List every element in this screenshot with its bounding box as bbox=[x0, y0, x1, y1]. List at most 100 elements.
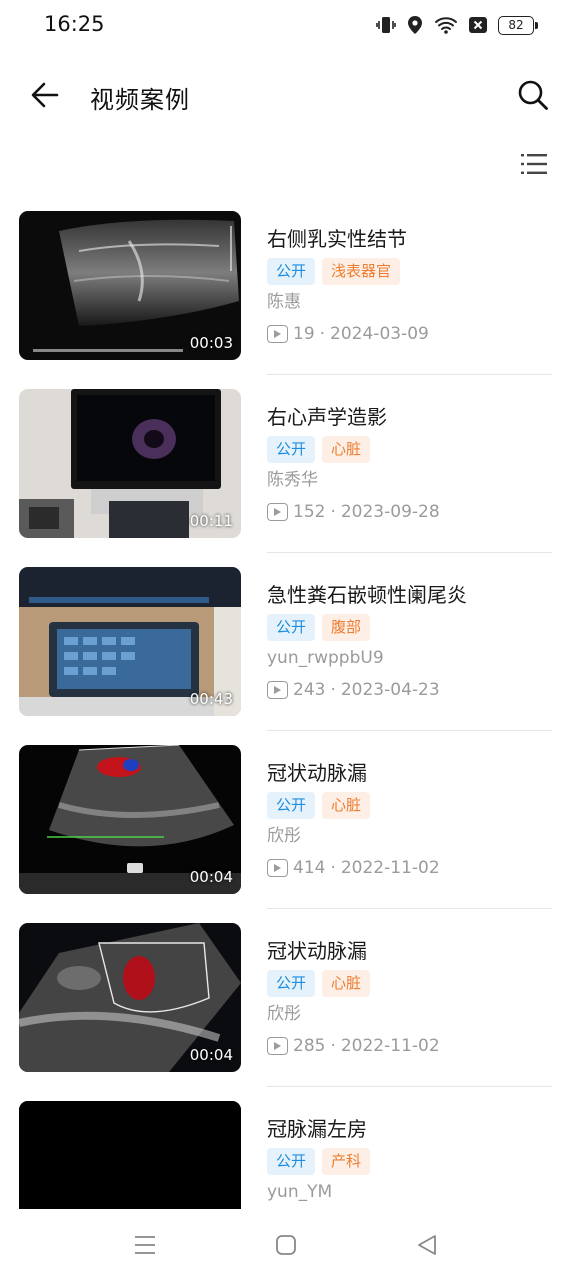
battery-level: 82 bbox=[508, 18, 524, 32]
video-item[interactable]: 00:04 冠状动脉漏 公开 心脏 欣彤 414 · 2022-11-02 bbox=[0, 745, 572, 923]
divider bbox=[267, 552, 552, 553]
video-author: 欣彤 bbox=[267, 1004, 301, 1024]
back-triangle-icon bbox=[418, 1235, 436, 1255]
video-duration: 00:11 bbox=[189, 512, 233, 530]
location-icon bbox=[408, 16, 422, 34]
video-item[interactable]: 00:03 右侧乳实性结节 公开 浅表器官 陈惠 19 · 2024-03-09 bbox=[0, 211, 572, 389]
visibility-tag: 公开 bbox=[267, 258, 316, 285]
video-author: 陈秀华 bbox=[267, 470, 318, 490]
category-tag: 浅表器官 bbox=[322, 258, 401, 285]
video-thumbnail[interactable]: 00:43 bbox=[19, 567, 241, 716]
view-count: 243 bbox=[293, 680, 326, 700]
upload-date: 2024-03-09 bbox=[330, 324, 429, 344]
video-meta: 19 · 2024-03-09 bbox=[267, 322, 552, 346]
search-button[interactable] bbox=[512, 74, 554, 116]
visibility-tag: 公开 bbox=[267, 436, 316, 463]
category-tag: 产科 bbox=[322, 1148, 371, 1175]
tag-list: 公开 心脏 bbox=[267, 970, 552, 997]
category-tag: 心脏 bbox=[322, 970, 371, 997]
recent-apps-button[interactable] bbox=[130, 1230, 160, 1260]
meta-separator: · bbox=[330, 502, 336, 522]
visibility-tag: 公开 bbox=[267, 1148, 316, 1175]
video-title[interactable]: 冠脉漏左房 bbox=[267, 1115, 552, 1143]
play-count-icon bbox=[267, 503, 288, 521]
video-info: 冠状动脉漏 公开 心脏 欣彤 414 · 2022-11-02 bbox=[267, 759, 552, 880]
tag-list: 公开 腹部 bbox=[267, 614, 552, 641]
visibility-tag: 公开 bbox=[267, 970, 316, 997]
upload-date: 2022-11-02 bbox=[340, 1036, 440, 1056]
back-nav-button[interactable] bbox=[412, 1230, 442, 1260]
black-thumbnail bbox=[19, 1101, 241, 1209]
play-count-icon bbox=[267, 859, 288, 877]
video-info: 右侧乳实性结节 公开 浅表器官 陈惠 19 · 2024-03-09 bbox=[267, 225, 552, 346]
video-thumbnail[interactable]: 00:03 bbox=[19, 211, 241, 360]
app-bar: 视频案例 bbox=[0, 60, 572, 132]
video-thumbnail[interactable] bbox=[19, 1101, 241, 1209]
status-time: 16:25 bbox=[44, 12, 105, 36]
system-nav-bar bbox=[0, 1210, 572, 1280]
home-button[interactable] bbox=[271, 1230, 301, 1260]
page-title: 视频案例 bbox=[90, 86, 190, 114]
video-info: 冠状动脉漏 公开 心脏 欣彤 285 · 2022-11-02 bbox=[267, 937, 552, 1058]
video-author: 陈惠 bbox=[267, 292, 301, 312]
tag-list: 公开 心脏 bbox=[267, 792, 552, 819]
back-button[interactable] bbox=[24, 74, 66, 116]
video-title[interactable]: 冠状动脉漏 bbox=[267, 937, 552, 965]
play-count-icon bbox=[267, 325, 288, 343]
status-bar: 16:25 82 bbox=[0, 0, 572, 52]
view-count: 152 bbox=[293, 502, 326, 522]
view-count: 414 bbox=[293, 858, 326, 878]
meta-separator: · bbox=[319, 324, 326, 344]
battery-icon: 82 bbox=[498, 15, 538, 35]
video-meta: 152 · 2023-09-28 bbox=[267, 500, 552, 524]
divider bbox=[267, 908, 552, 909]
divider bbox=[267, 374, 552, 375]
no-sim-icon bbox=[469, 17, 487, 33]
video-author: yun_YM bbox=[267, 1182, 333, 1202]
video-title[interactable]: 右心声学造影 bbox=[267, 403, 552, 431]
video-meta: 414 · 2022-11-02 bbox=[267, 856, 552, 880]
video-list: 00:03 右侧乳实性结节 公开 浅表器官 陈惠 19 · 2024-03-09 bbox=[0, 211, 572, 1209]
video-info: 右心声学造影 公开 心脏 陈秀华 152 · 2023-09-28 bbox=[267, 403, 552, 524]
wifi-icon bbox=[435, 17, 457, 34]
upload-date: 2023-09-28 bbox=[340, 502, 440, 522]
arrow-left-icon bbox=[31, 82, 59, 108]
video-item[interactable]: 冠脉漏左房 公开 产科 yun_YM bbox=[0, 1101, 572, 1209]
video-title[interactable]: 冠状动脉漏 bbox=[267, 759, 552, 787]
tag-list: 公开 浅表器官 bbox=[267, 258, 552, 285]
list-view-toggle[interactable] bbox=[516, 146, 552, 182]
view-count: 19 bbox=[293, 324, 315, 344]
list-view-icon bbox=[521, 154, 547, 174]
video-item[interactable]: 00:43 急性粪石嵌顿性阑尾炎 公开 腹部 yun_rwppbU9 243 ·… bbox=[0, 567, 572, 745]
video-meta: 243 · 2023-04-23 bbox=[267, 678, 552, 702]
status-icons: 82 bbox=[376, 12, 538, 38]
video-author: yun_rwppbU9 bbox=[267, 648, 384, 668]
video-thumbnail[interactable]: 00:04 bbox=[19, 745, 241, 894]
video-duration: 00:43 bbox=[189, 690, 233, 708]
video-item[interactable]: 00:04 冠状动脉漏 公开 心脏 欣彤 285 · 2022-11-02 bbox=[0, 923, 572, 1101]
video-info: 急性粪石嵌顿性阑尾炎 公开 腹部 yun_rwppbU9 243 · 2023-… bbox=[267, 581, 552, 702]
upload-date: 2023-04-23 bbox=[340, 680, 440, 700]
vibrate-icon bbox=[376, 17, 396, 33]
video-thumbnail[interactable]: 00:11 bbox=[19, 389, 241, 538]
visibility-tag: 公开 bbox=[267, 614, 316, 641]
video-thumbnail[interactable]: 00:04 bbox=[19, 923, 241, 1072]
divider bbox=[267, 1086, 552, 1087]
meta-separator: · bbox=[330, 858, 336, 878]
view-count: 285 bbox=[293, 1036, 326, 1056]
video-title[interactable]: 急性粪石嵌顿性阑尾炎 bbox=[267, 581, 552, 609]
video-duration: 00:04 bbox=[189, 1046, 233, 1064]
tag-list: 公开 心脏 bbox=[267, 436, 552, 463]
visibility-tag: 公开 bbox=[267, 792, 316, 819]
video-title[interactable]: 右侧乳实性结节 bbox=[267, 225, 552, 253]
video-duration: 00:03 bbox=[189, 334, 233, 352]
category-tag: 心脏 bbox=[322, 436, 371, 463]
menu-icon bbox=[135, 1236, 155, 1254]
meta-separator: · bbox=[330, 680, 336, 700]
play-count-icon bbox=[267, 681, 288, 699]
video-item[interactable]: 00:11 右心声学造影 公开 心脏 陈秀华 152 · 2023-09-28 bbox=[0, 389, 572, 567]
video-author: 欣彤 bbox=[267, 826, 301, 846]
home-square-icon bbox=[276, 1235, 296, 1255]
video-info: 冠脉漏左房 公开 产科 yun_YM bbox=[267, 1115, 552, 1204]
search-icon bbox=[518, 80, 548, 110]
